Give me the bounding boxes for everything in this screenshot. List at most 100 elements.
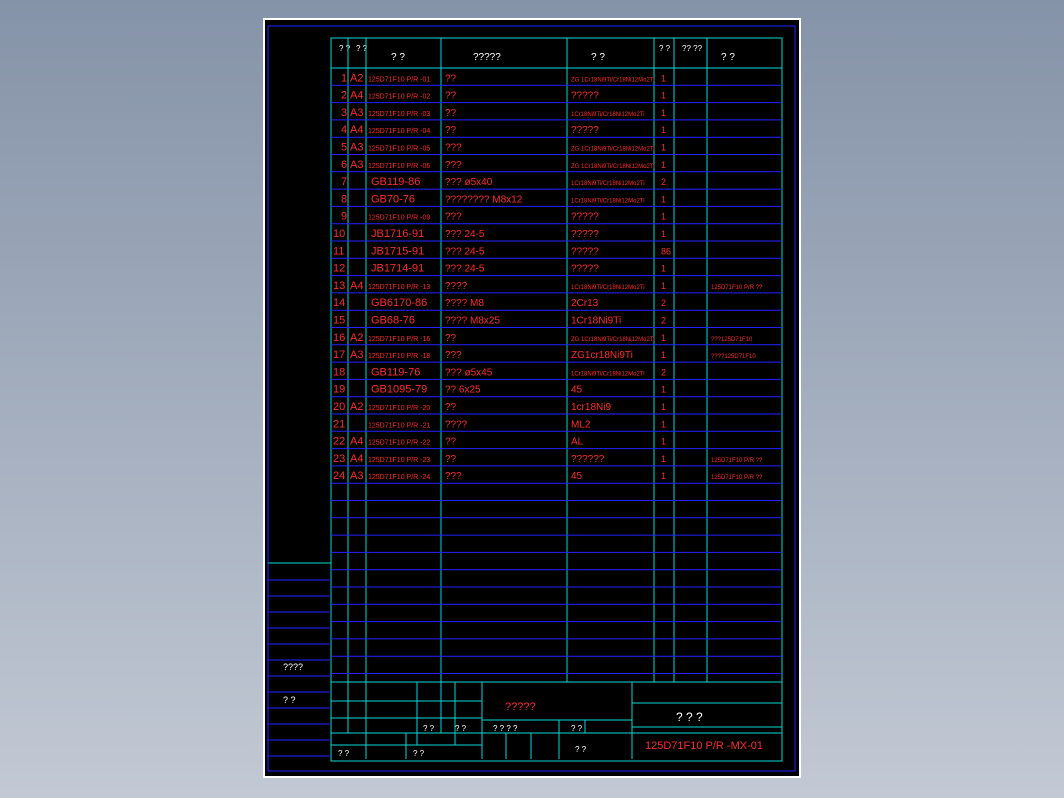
row-name: ?? [445,402,457,413]
row-name: ?? 6x25 [445,385,481,396]
row-name: ?? [445,454,457,465]
row-code: 125D71F10 P/R -24 [368,474,430,481]
row-size: A2 [350,332,363,344]
row-qty: 1 [661,264,666,274]
row-material: 1cr18Ni9 [571,402,611,413]
row-remark: ???125D71F10 [711,337,753,343]
row-qty: 1 [661,350,666,360]
row-qty: 1 [661,143,666,153]
tb-label-2: ? ? [455,724,467,733]
row-qty: 1 [661,471,666,481]
row-code: JB1716-91 [371,228,424,240]
row-qty: 1 [661,454,666,464]
row-name: ??? 24-5 [445,246,485,257]
row-size: A4 [350,280,363,292]
row-name: ??? [445,350,462,361]
row-material: ZG 1Cr18Ni9Ti/Cr18Ni12Mo2Ti [571,164,655,170]
row-code: GB119-86 [371,176,420,188]
row-material: 1Cr18Ni9Ti/Cr18Ni12Mo2Ti [571,371,645,377]
row-qty: 1 [661,437,666,447]
row-name: ??? ø5x40 [445,177,493,188]
row-size: A3 [350,107,363,119]
header-unit: ?? ?? [682,44,703,53]
row-number: 23 [333,453,345,465]
row-qty: 86 [661,246,671,256]
row-material: ????? [571,229,599,240]
row-qty: 1 [661,194,666,204]
row-code: GB6170-86 [371,297,427,309]
row-size: A4 [350,90,363,102]
row-number: 8 [341,193,347,205]
row-name: ?? [445,91,457,102]
table-header: ? ? ? ? ? ? ????? ? ? ? ? ?? ?? ? ? [331,44,782,69]
row-material: ????? [571,264,599,275]
row-number: 20 [333,401,345,413]
row-code: 125D71F10 P/R -02 [368,94,430,101]
row-size: A4 [350,124,363,136]
row-qty: 1 [661,333,666,343]
row-material: ?????? [571,454,605,465]
row-size: A4 [350,436,363,448]
row-material: ZG1cr18Ni9Ti [571,350,633,361]
row-qty: 1 [661,91,666,101]
row-code: 125D71F10 P/R -01 [368,76,430,83]
row-number: 2 [341,90,347,102]
row-material: 1Cr18Ni9Ti/Cr18Ni12Mo2Ti [571,198,645,204]
tb-label-3: ? ? ? ? [493,724,518,733]
row-size: A3 [350,470,363,482]
left-label-a: ???? [283,662,303,672]
tb-label-1: ? ? [423,724,435,733]
row-material: ZG 1Cr18Ni9Ti/Cr18Ni12Mo2Ti [571,77,655,83]
parts-rows: 1 A2 125D71F10 P/R -01?? ZG 1Cr18Ni9Ti/Cr18… [333,72,763,482]
row-number: 1 [341,72,347,84]
row-name: ???????? M8x12 [445,194,523,205]
row-qty: 1 [661,281,666,291]
drawing-number: 125D71F10 P/R -MX-01 [645,740,763,752]
row-number: 21 [333,418,345,430]
row-qty: 2 [661,367,666,377]
row-code: 125D71F10 P/R -22 [368,440,430,447]
row-number: 12 [333,263,345,275]
tb-label-5: ? ? [338,749,350,758]
row-code: 125D71F10 P/R -18 [368,353,430,360]
row-lines [331,84,782,674]
row-material: 2Cr13 [571,298,599,309]
tb-label-4: ? ? [571,724,583,733]
row-name: ?? [445,125,457,136]
row-material: 45 [571,471,583,482]
row-material: ????? [571,246,599,257]
row-material: 45 [571,385,583,396]
row-name: ??? [445,471,462,482]
row-material: 1Cr18Ni9Ti [571,316,621,327]
row-number: 24 [333,470,345,482]
row-code: 125D71F10 P/R -13 [368,284,430,291]
row-remark: ????125D71F10 [711,354,756,360]
row-number: 10 [333,228,345,240]
row-code: GB119-76 [371,366,420,378]
row-name: ??? ø5x45 [445,367,493,378]
row-qty: 2 [661,298,666,308]
row-material: ????? [571,212,599,223]
row-remark: 125D71F10 P/R ?? [711,285,763,291]
row-size: A3 [350,349,363,361]
row-number: 19 [333,384,345,396]
row-code: 125D71F10 P/R -04 [368,128,430,135]
row-size: A2 [350,401,363,413]
row-number: 22 [333,436,345,448]
row-number: 5 [341,142,347,154]
row-code: GB68-76 [371,315,415,327]
header-material: ? ? [591,52,605,63]
title-center: ????? [505,701,536,713]
row-material: ZG 1Cr18Ni9Ti/Cr18Ni12Mo2Ti [571,337,655,343]
row-qty: 1 [661,108,666,118]
row-qty: 1 [661,419,666,429]
row-number: 7 [341,176,347,188]
row-qty: 1 [661,73,666,83]
inner-frame [267,25,796,772]
row-material: 1Cr18Ni9Ti/Cr18Ni12Mo2Ti [571,112,645,118]
row-qty: 1 [661,160,666,170]
header-remark: ? ? [721,52,735,63]
row-name: ??? 24-5 [445,264,485,275]
row-number: 17 [333,349,345,361]
row-material: AL [571,437,584,448]
